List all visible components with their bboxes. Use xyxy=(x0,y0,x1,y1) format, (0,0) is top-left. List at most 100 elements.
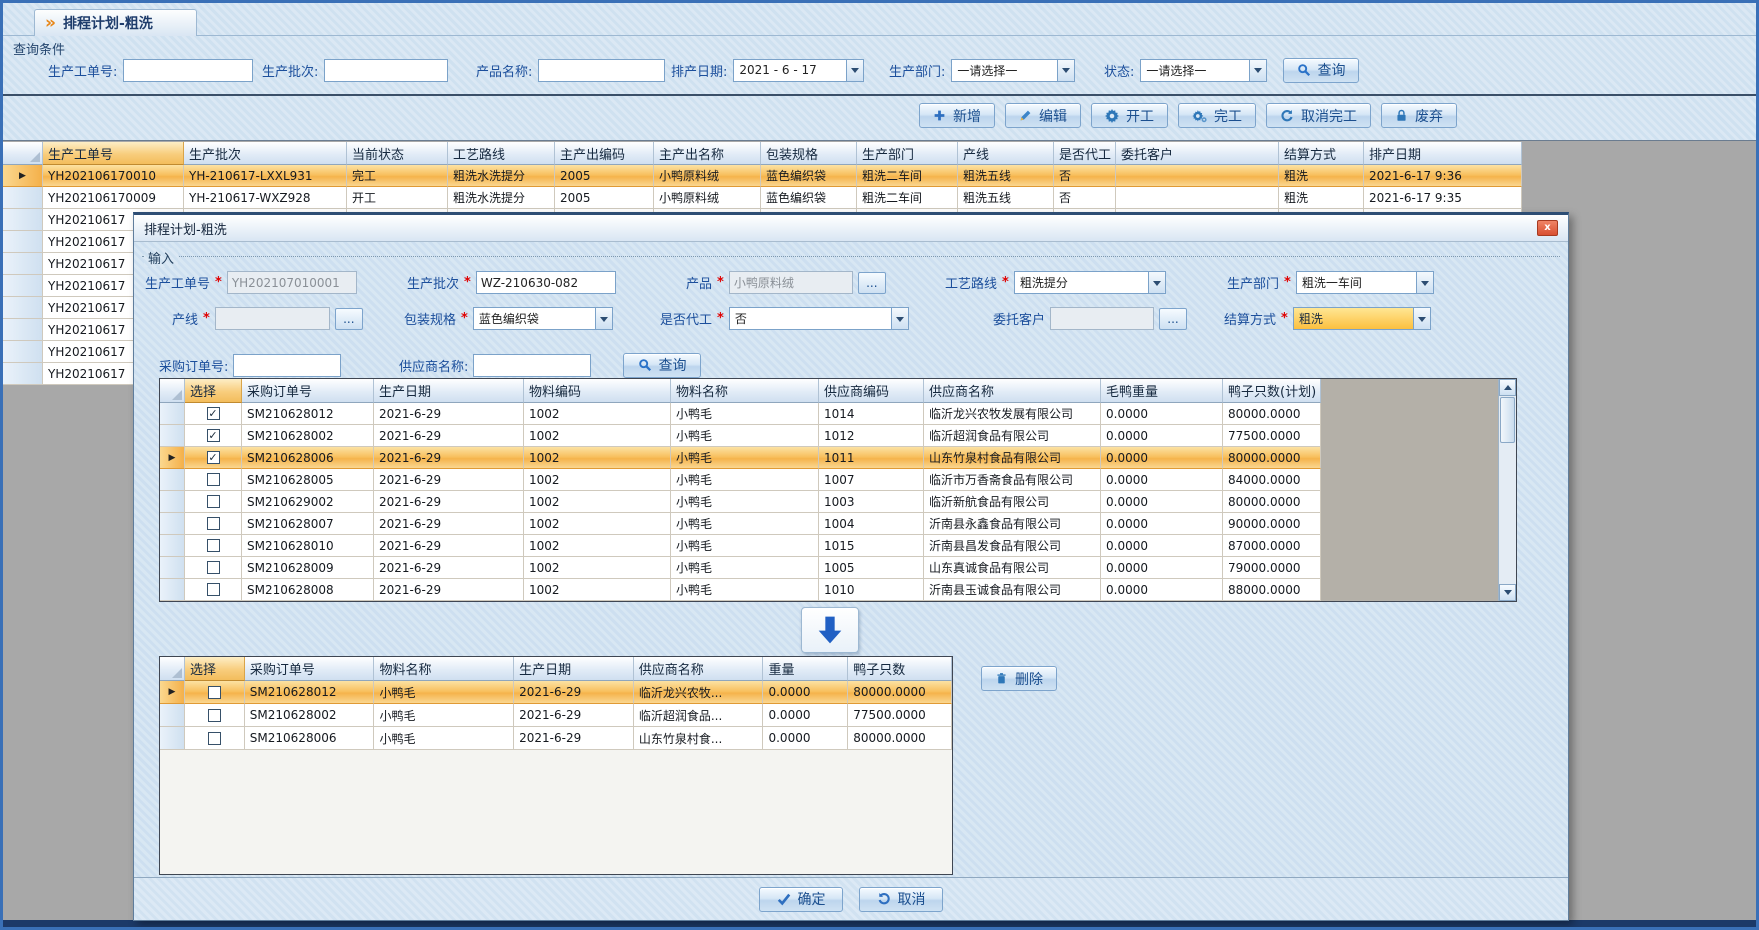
column-header[interactable]: 生产日期 xyxy=(374,379,524,403)
select-all-header[interactable] xyxy=(3,142,43,165)
column-header[interactable]: 选择 xyxy=(185,657,245,681)
scrollbar[interactable] xyxy=(1498,379,1516,601)
line-browse-button[interactable]: ... xyxy=(335,308,363,330)
checkbox[interactable] xyxy=(207,561,220,574)
table-row[interactable]: SM210628008 2021-6-29 1002 小鸭毛 1010 沂南县玉… xyxy=(160,579,1516,601)
column-header[interactable]: 物料名称 xyxy=(374,657,514,681)
dialog-search-button[interactable]: 查询 xyxy=(623,353,701,378)
table-row[interactable]: SM210628006 小鸭毛 2021-6-29 山东竹泉村食... 0.00… xyxy=(160,727,952,750)
column-header[interactable]: 排产日期 xyxy=(1364,142,1522,165)
checkbox[interactable] xyxy=(208,686,221,699)
edit-button[interactable]: 编辑 xyxy=(1005,103,1081,128)
row-selector[interactable] xyxy=(160,557,185,579)
schedule-date-select[interactable]: 2021 - 6 - 17 xyxy=(733,59,864,82)
column-header[interactable]: 委托客户 xyxy=(1116,142,1279,165)
dept-select[interactable]: 一请选择一 xyxy=(951,59,1075,82)
scroll-thumb[interactable] xyxy=(1500,397,1515,443)
column-header[interactable]: 生产日期 xyxy=(514,657,634,681)
row-selector[interactable] xyxy=(160,704,185,727)
checkbox[interactable] xyxy=(207,451,220,464)
row-selector[interactable] xyxy=(3,165,43,187)
column-header[interactable]: 物料名称 xyxy=(671,379,819,403)
search-button[interactable]: 查询 xyxy=(1283,58,1359,83)
column-header[interactable]: 鸭子只数(计划) xyxy=(1223,379,1321,403)
table-row[interactable]: SM210628007 2021-6-29 1002 小鸭毛 1004 沂南县永… xyxy=(160,513,1516,535)
product-browse-button[interactable]: ... xyxy=(858,272,886,294)
column-header[interactable]: 生产部门 xyxy=(857,142,958,165)
table-row[interactable]: SM210628012 2021-6-29 1002 小鸭毛 1014 临沂龙兴… xyxy=(160,403,1516,425)
table-row[interactable]: SM210628002 小鸭毛 2021-6-29 临沂超润食品... 0.00… xyxy=(160,704,952,727)
pack-select[interactable]: 蓝色编织袋 xyxy=(473,307,613,330)
row-selector[interactable] xyxy=(160,491,185,513)
column-header[interactable]: 重量 xyxy=(763,657,848,681)
column-header[interactable]: 鸭子只数 xyxy=(848,657,952,681)
column-header[interactable]: 供应商名称 xyxy=(924,379,1101,403)
dialog-titlebar[interactable]: 排程计划-粗洗 x xyxy=(134,215,1568,242)
checkbox[interactable] xyxy=(207,473,220,486)
client-browse-button[interactable]: ... xyxy=(1159,308,1187,330)
dept-select[interactable]: 粗洗一车间 xyxy=(1296,271,1434,294)
row-selector[interactable] xyxy=(160,681,185,704)
product-name-input[interactable] xyxy=(538,59,665,82)
chevron-down-icon[interactable] xyxy=(1416,272,1433,293)
column-header[interactable]: 采购订单号 xyxy=(245,657,375,681)
move-down-button[interactable] xyxy=(801,607,859,653)
chevron-down-icon[interactable] xyxy=(891,308,908,329)
column-header[interactable]: 包装规格 xyxy=(761,142,857,165)
row-selector[interactable] xyxy=(160,469,185,491)
route-select[interactable]: 粗洗提分 xyxy=(1014,271,1166,294)
row-selector[interactable] xyxy=(3,363,43,385)
batch-input[interactable] xyxy=(324,59,448,82)
ok-button[interactable]: 确定 xyxy=(759,887,843,912)
checkbox[interactable] xyxy=(207,407,220,420)
chevron-down-icon[interactable] xyxy=(595,308,612,329)
row-selector[interactable] xyxy=(160,535,185,557)
batch-field[interactable]: WZ-210630-082 xyxy=(476,271,616,294)
table-row[interactable]: SM210628002 2021-6-29 1002 小鸭毛 1012 临沂超润… xyxy=(160,425,1516,447)
start-work-button[interactable]: 开工 xyxy=(1091,103,1168,128)
supplier-search-input[interactable] xyxy=(473,354,591,377)
row-selector[interactable] xyxy=(160,513,185,535)
column-header[interactable]: 供应商编码 xyxy=(819,379,924,403)
chevron-down-icon[interactable] xyxy=(1057,60,1074,81)
add-button[interactable]: 新增 xyxy=(919,103,995,128)
settle-select[interactable]: 粗洗 xyxy=(1293,307,1431,330)
table-row[interactable]: SM210629002 2021-6-29 1002 小鸭毛 1003 临沂新航… xyxy=(160,491,1516,513)
finish-work-button[interactable]: 完工 xyxy=(1178,103,1256,128)
table-row[interactable]: YH202106170010 YH-210617-LXXL931 完工 粗洗水洗… xyxy=(3,165,1523,187)
select-all-header[interactable] xyxy=(160,379,185,403)
row-selector[interactable] xyxy=(3,231,43,253)
select-all-header[interactable] xyxy=(160,657,185,681)
column-header[interactable]: 工艺路线 xyxy=(448,142,555,165)
checkbox[interactable] xyxy=(207,517,220,530)
checkbox[interactable] xyxy=(207,539,220,552)
status-select[interactable]: 一请选择一 xyxy=(1140,59,1267,82)
row-selector[interactable] xyxy=(3,209,43,231)
checkbox[interactable] xyxy=(207,429,220,442)
column-header[interactable]: 结算方式 xyxy=(1279,142,1364,165)
chevron-down-icon[interactable] xyxy=(1413,308,1430,329)
column-header[interactable]: 生产批次 xyxy=(184,142,347,165)
row-selector[interactable] xyxy=(3,341,43,363)
row-selector[interactable] xyxy=(160,727,185,750)
scroll-down-icon[interactable] xyxy=(1499,584,1516,601)
column-header[interactable]: 主产出编码 xyxy=(555,142,654,165)
row-selector[interactable] xyxy=(160,403,185,425)
column-header[interactable]: 采购订单号 xyxy=(242,379,374,403)
work-order-input[interactable] xyxy=(123,59,253,82)
row-selector[interactable] xyxy=(3,187,43,209)
row-selector[interactable] xyxy=(3,297,43,319)
delete-button[interactable]: 删除 xyxy=(981,666,1057,691)
checkbox[interactable] xyxy=(208,732,221,745)
column-header[interactable]: 供应商名称 xyxy=(634,657,764,681)
row-selector[interactable] xyxy=(3,319,43,341)
checkbox[interactable] xyxy=(207,495,220,508)
outsourced-select[interactable]: 否 xyxy=(729,307,909,330)
column-header[interactable]: 毛鸭重量 xyxy=(1101,379,1223,403)
row-selector[interactable] xyxy=(160,447,185,469)
chevron-down-icon[interactable] xyxy=(1148,272,1165,293)
scroll-up-icon[interactable] xyxy=(1499,379,1516,396)
row-selector[interactable] xyxy=(3,253,43,275)
column-header[interactable]: 当前状态 xyxy=(347,142,448,165)
column-header[interactable]: 生产工单号 xyxy=(43,142,184,165)
